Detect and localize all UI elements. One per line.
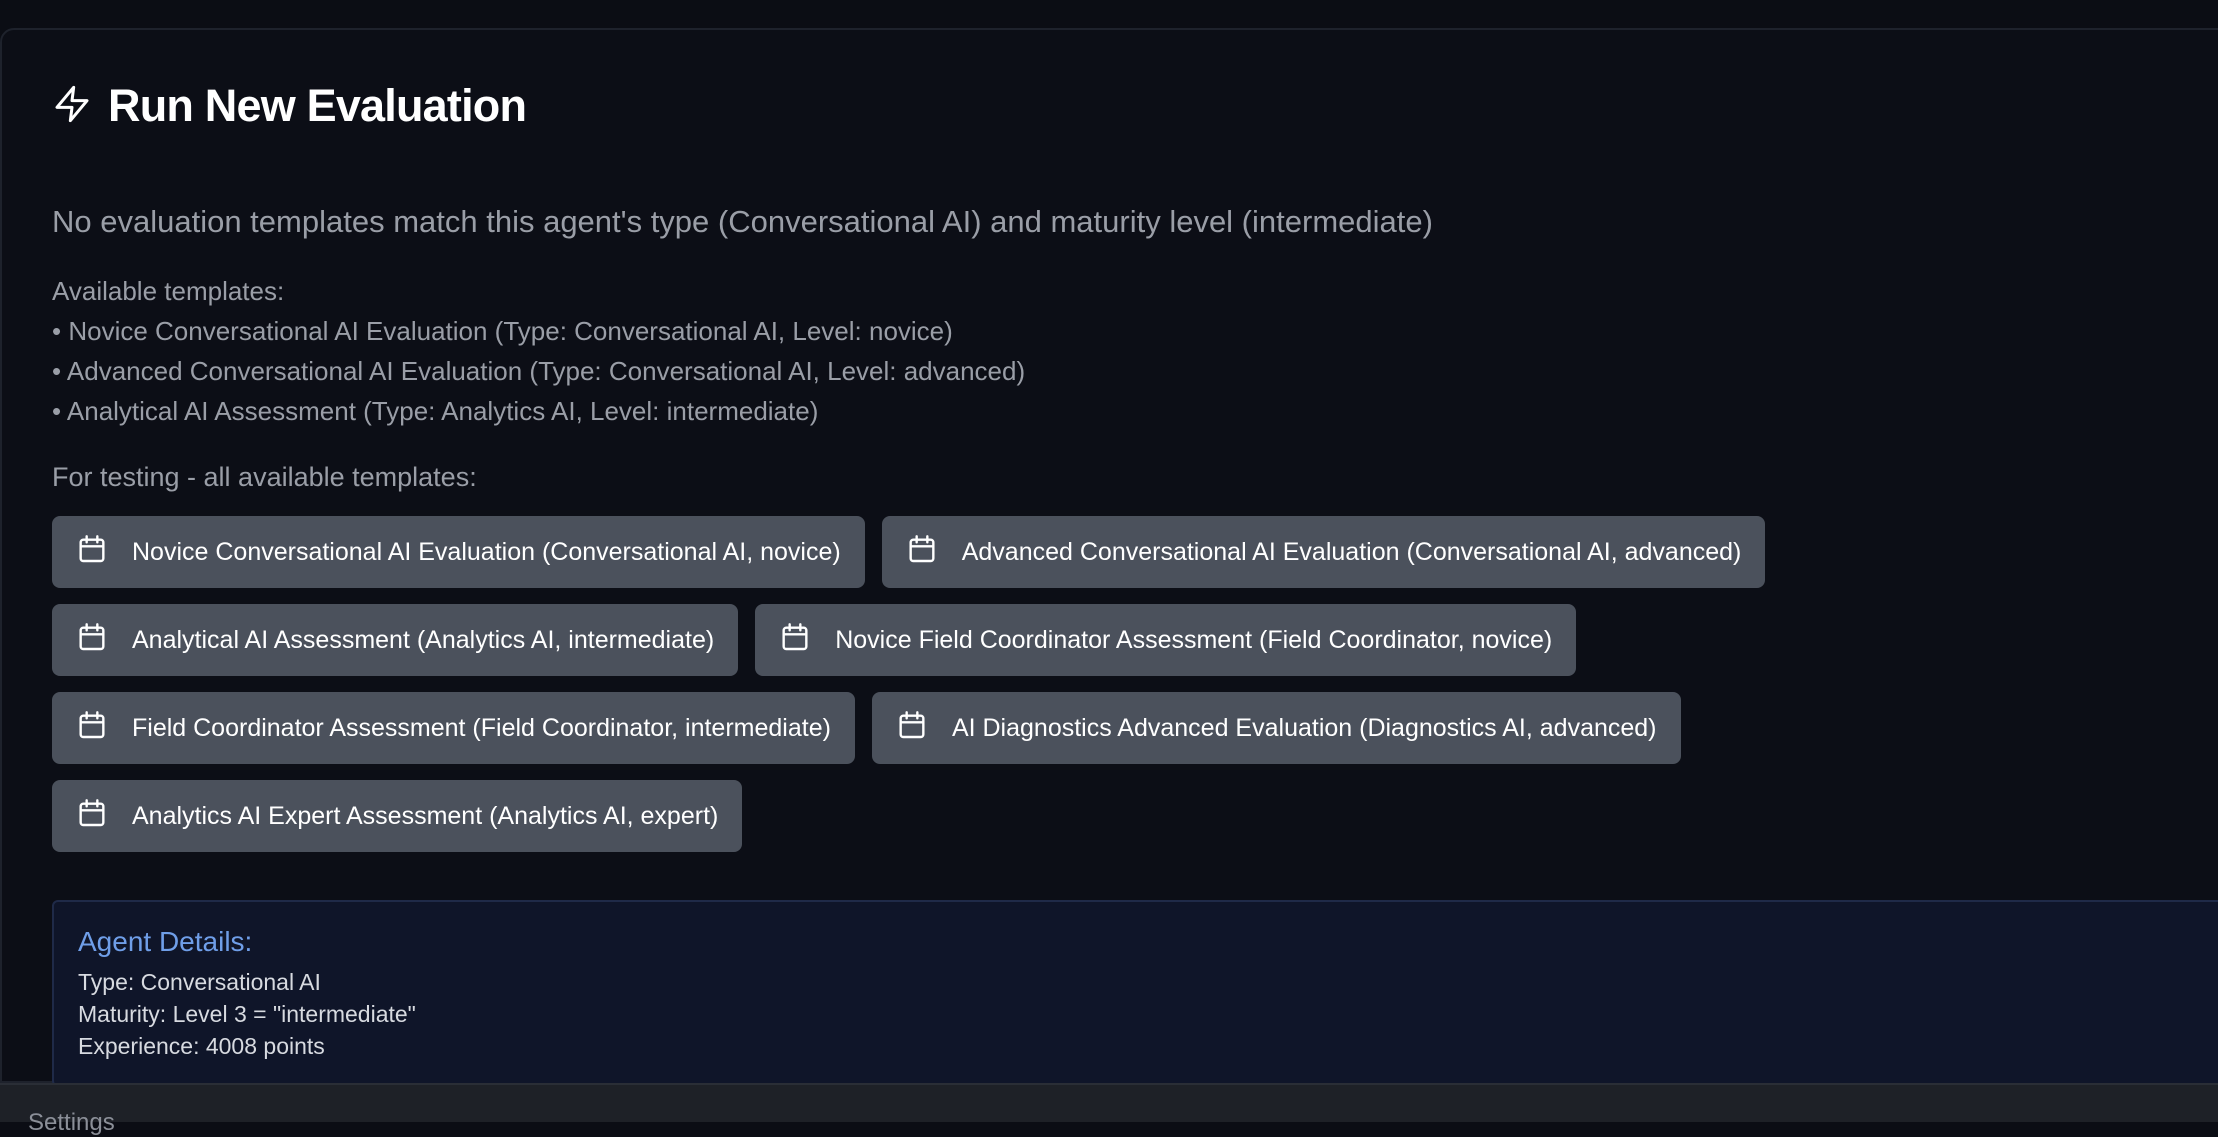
calendar-icon xyxy=(76,797,108,836)
calendar-icon xyxy=(76,621,108,660)
template-button-analytics-expert[interactable]: Analytics AI Expert Assessment (Analytic… xyxy=(52,780,743,852)
template-button-label: Novice Conversational AI Evaluation (Con… xyxy=(132,537,841,566)
template-button-advanced-conversational[interactable]: Advanced Conversational AI Evaluation (C… xyxy=(881,516,1766,588)
bottom-bar: Settings xyxy=(0,1083,2218,1136)
agent-experience: Experience: 4008 points xyxy=(78,1033,325,1059)
template-button-label: Novice Field Coordinator Assessment (Fie… xyxy=(835,625,1553,654)
template-button-label: Analytics AI Expert Assessment (Analytic… xyxy=(132,801,719,830)
template-button-ai-diagnostics[interactable]: AI Diagnostics Advanced Evaluation (Diag… xyxy=(871,692,1681,764)
no-match-message: No evaluation templates match this agent… xyxy=(52,204,1433,239)
template-button-label: AI Diagnostics Advanced Evaluation (Diag… xyxy=(951,713,1657,742)
template-button-analytical-ai[interactable]: Analytical AI Assessment (Analytics AI, … xyxy=(52,604,739,676)
calendar-icon xyxy=(779,621,811,660)
agent-type: Type: Conversational AI xyxy=(78,969,321,995)
template-button-label: Analytical AI Assessment (Analytics AI, … xyxy=(132,625,715,654)
template-button-label: Advanced Conversational AI Evaluation (C… xyxy=(961,537,1742,566)
calendar-icon xyxy=(76,533,108,572)
settings-tab[interactable]: Settings xyxy=(28,1109,115,1137)
calendar-icon xyxy=(906,533,938,572)
template-buttons: Novice Conversational AI Evaluation (Con… xyxy=(52,516,1872,852)
available-template-item: • Novice Conversational AI Evaluation (T… xyxy=(52,316,953,346)
agent-maturity: Maturity: Level 3 = "intermediate" xyxy=(78,1001,416,1027)
card-header: Run New Evaluation xyxy=(52,80,527,132)
agent-details-panel: Agent Details: Type: Conversational AI M… xyxy=(52,900,2218,1087)
available-template-item: • Advanced Conversational AI Evaluation … xyxy=(52,356,1026,386)
available-templates-heading: Available templates: xyxy=(52,276,285,306)
calendar-icon xyxy=(76,709,108,748)
template-button-novice-conversational[interactable]: Novice Conversational AI Evaluation (Con… xyxy=(52,516,865,588)
testing-templates-label: For testing - all available templates: xyxy=(52,462,477,492)
page-title: Run New Evaluation xyxy=(108,80,527,131)
agent-details-title: Agent Details: xyxy=(78,926,253,957)
template-button-novice-field-coordinator[interactable]: Novice Field Coordinator Assessment (Fie… xyxy=(755,604,1577,676)
template-button-label: Field Coordinator Assessment (Field Coor… xyxy=(132,713,831,742)
calendar-icon xyxy=(896,709,928,748)
available-templates-list: Available templates: • Novice Conversati… xyxy=(52,271,1025,431)
evaluation-card: Run New Evaluation No evaluation templat… xyxy=(0,28,2218,1087)
lightning-icon xyxy=(52,84,92,129)
available-template-item: • Analytical AI Assessment (Type: Analyt… xyxy=(52,396,819,426)
template-button-field-coordinator[interactable]: Field Coordinator Assessment (Field Coor… xyxy=(52,692,855,764)
